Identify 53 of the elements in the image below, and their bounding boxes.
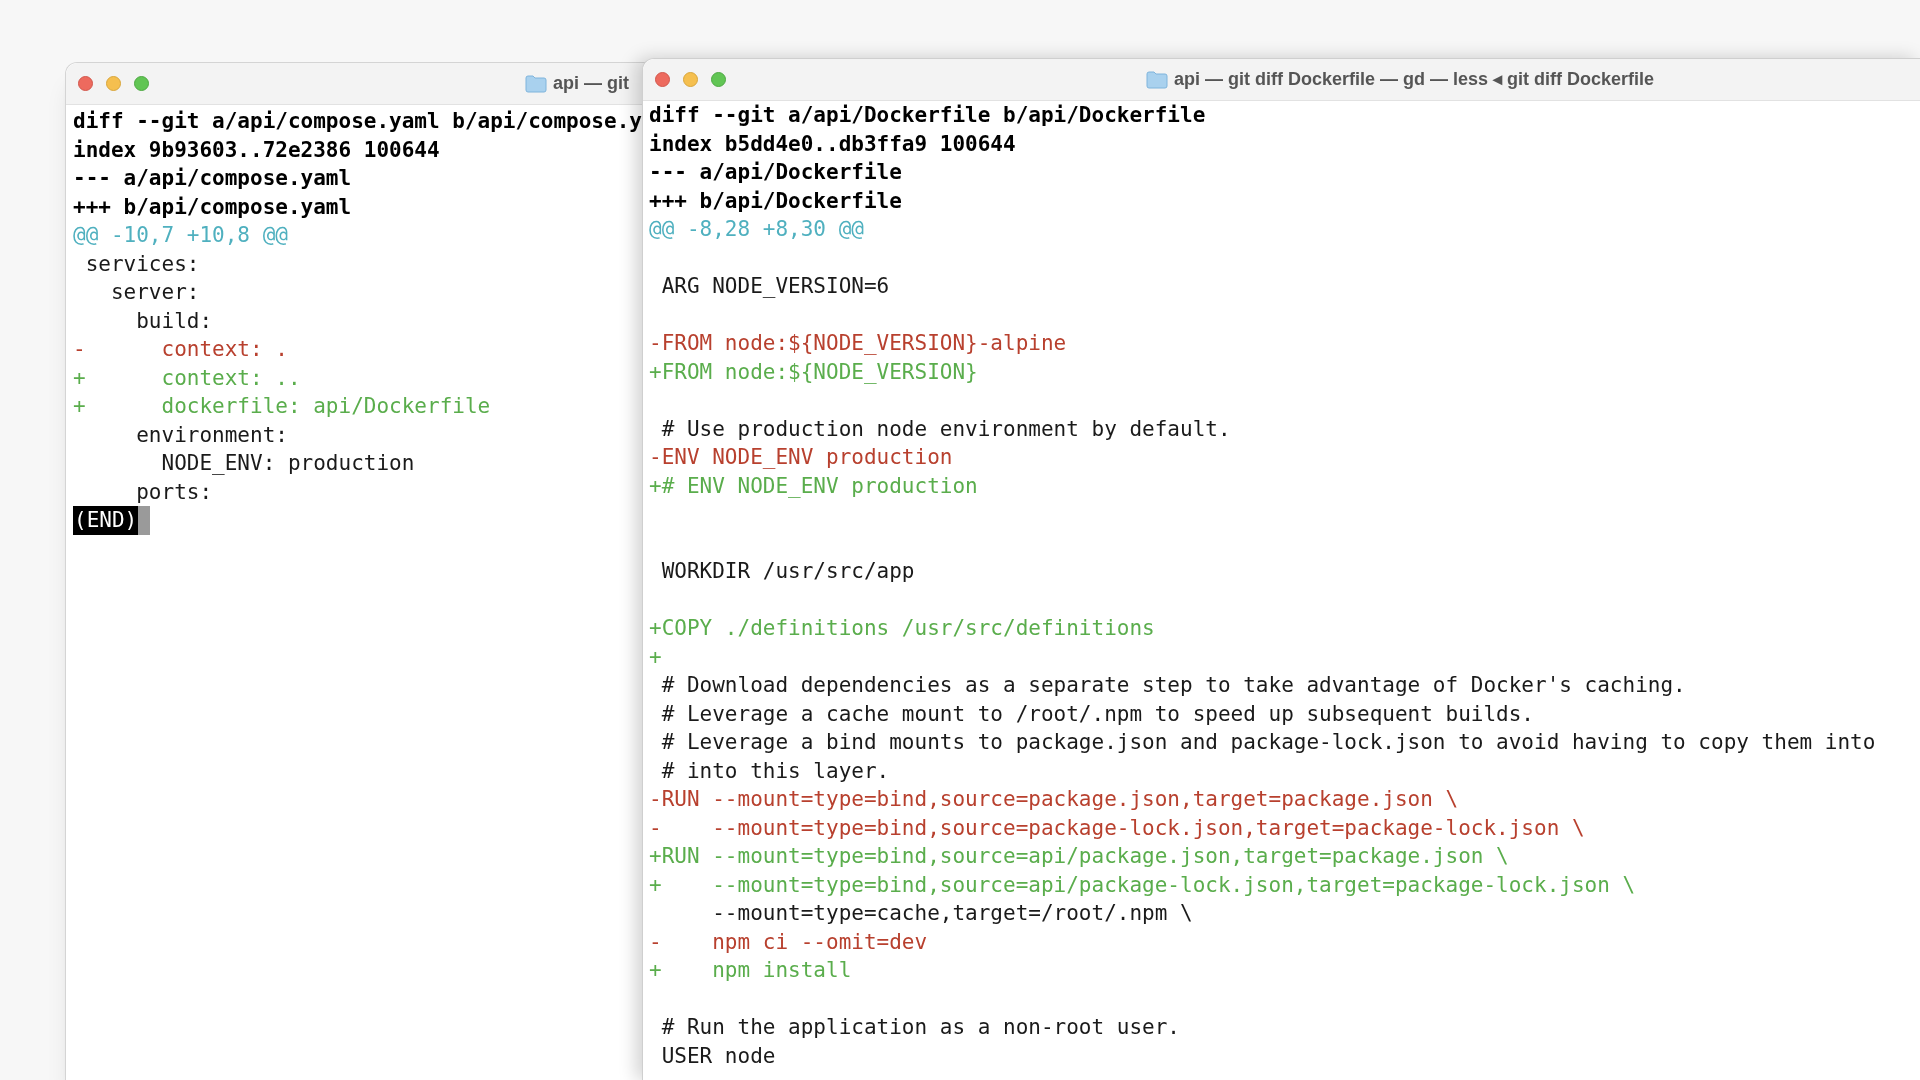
added-line: + context: .. [73,365,301,390]
added-line: +# ENV NODE_ENV production [649,473,978,498]
context-line: WORKDIR /usr/src/app [660,559,915,583]
pager-prompt: (END) [73,506,139,535]
hunk-header: @@ -10,7 +10,8 @@ [73,223,288,247]
removed-line: -RUN --mount=type=bind,source=package.json,target=package.json \ [649,787,1459,811]
added-line: +FROM node:${NODE_VERSION} [649,359,978,384]
context-line: build: [135,308,213,333]
context-line: --mount=type=cache,target=/root/.npm \ [711,901,1193,925]
removed-line: -ENV NODE_ENV production [649,445,953,469]
diff-header-line: index b5dd4e0..db3ffa9 100644 [649,131,1016,156]
context-line: # Download dependencies as a separate step to take advantage of Docker's caching. [660,673,1686,697]
context-line: # Run the application as a non-root user. [660,1015,1180,1039]
added-line: + dockerfile: api/Dockerfile [73,394,491,418]
hunk-header: @@ -8,28 +8,30 @@ [649,217,864,241]
minimize-button[interactable] [106,76,121,91]
context-line: services: [84,251,200,276]
minimize-button[interactable] [683,72,698,87]
removed-line: -FROM node:${NODE_VERSION}-alpine [649,331,1067,355]
maximize-button[interactable] [134,76,149,91]
diff-header-line: diff --git a/api/compose.yaml b/api/compose.y [73,109,642,133]
diff-header-line: diff --git a/api/Dockerfile b/api/Dockerfile [649,103,1206,127]
window-title: api — git [553,72,629,95]
removed-line: - npm ci --omit=dev [649,929,928,954]
context-line: # Use production node environment by default. [660,416,1231,441]
diff-header-line: --- a/api/compose.yaml [73,166,352,190]
context-line: environment: [135,422,288,447]
diff-header-line: +++ b/api/Dockerfile [649,188,902,213]
maximize-button[interactable] [711,72,726,87]
context-line: # into this layer. [660,758,890,783]
diff-header-line: --- a/api/Dockerfile [649,160,902,184]
window-title: api — git diff Dockerfile — gd — less ◂ git diff Dockerfile [1174,68,1655,91]
added-line: + --mount=type=bind,source=api/package-lock.json,target=package-lock.json \ [649,872,1636,897]
context-line: USER node [660,1043,776,1068]
cursor-block [138,506,151,535]
context-line: # Leverage a bind mounts to package.json and package-lock.json to avoid having to copy them into [660,730,1876,754]
removed-line: - --mount=type=bind,source=package-lock.json,target=package-lock.json \ [649,815,1585,840]
added-line: +RUN --mount=type=bind,source=api/package.json,target=package.json \ [649,844,1509,868]
context-line: ports: [135,479,213,504]
close-button[interactable] [655,72,670,87]
removed-line: - context: . [73,337,288,361]
folder-icon [1146,70,1168,89]
diff-header-line: index 9b93603..72e2386 100644 [73,137,440,162]
folder-icon [525,74,547,93]
context-line: server: [109,280,200,304]
added-line: + npm install [649,958,852,982]
context-line: NODE_ENV: production [160,451,415,475]
added-line: + [649,644,662,669]
close-button[interactable] [78,76,93,91]
diff-header-line: +++ b/api/compose.yaml [73,194,352,219]
added-line: +COPY ./definitions /usr/src/definitions [649,616,1155,640]
context-line: # Leverage a cache mount to /root/.npm to speed up subsequent builds. [660,701,1534,726]
context-line: ARG NODE_VERSION=6 [660,274,890,298]
